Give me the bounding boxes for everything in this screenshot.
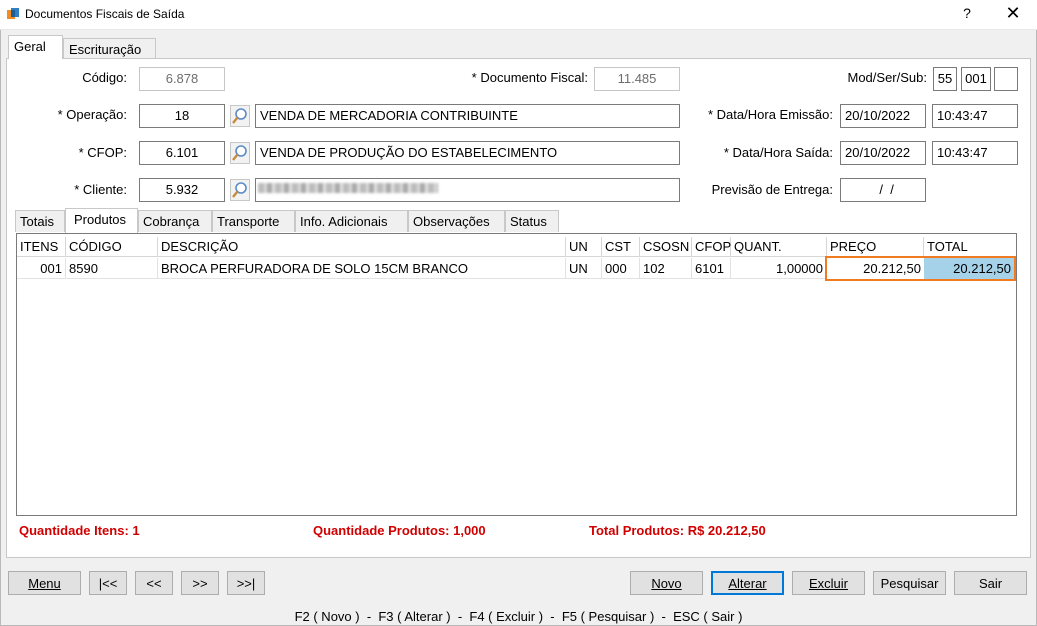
col-header-cst[interactable]: CST	[602, 237, 640, 257]
cfop-code-field[interactable]: 6.101	[139, 141, 225, 165]
excluir-button-label: Excluir	[808, 576, 848, 591]
tab-escrituracao[interactable]: Escrituração	[63, 38, 156, 58]
tab-geral-label: Geral	[14, 39, 46, 54]
app-icon	[7, 8, 19, 19]
novo-button[interactable]: Novo	[630, 571, 703, 595]
shortcut-hints: F2 ( Novo ) - F3 ( Alterar ) - F4 ( Excl…	[294, 609, 743, 624]
ser-field[interactable]: 001	[961, 67, 991, 91]
sub-field[interactable]	[994, 67, 1018, 91]
search-icon	[232, 145, 247, 161]
table-cell-quant[interactable]: 1,00000	[731, 258, 827, 279]
hora-emissao-field[interactable]: 10:43:47	[932, 104, 1018, 128]
cfop-search-button[interactable]	[230, 142, 250, 164]
table-cell-cfop[interactable]: 6101	[692, 258, 731, 279]
data-saida-field[interactable]: 20/10/2022	[840, 141, 926, 165]
data-hora-emissao-label: * Data/Hora Emissão:	[708, 107, 833, 122]
mod-field[interactable]: 55	[933, 67, 957, 91]
summary-qtd-produtos: Quantidade Produtos: 1,000	[313, 523, 486, 538]
table-cell-preco[interactable]: 20.212,50	[825, 256, 924, 281]
cliente-search-button[interactable]	[230, 179, 250, 201]
table-cell-total[interactable]: 20.212,50	[924, 256, 1016, 281]
subtab-observacoes-label: Observações	[413, 214, 490, 229]
subtab-totais[interactable]: Totais	[15, 210, 65, 232]
subtab-totais-label: Totais	[20, 214, 54, 229]
summary-total-produtos: Total Produtos: R$ 20.212,50	[589, 523, 766, 538]
col-header-preco[interactable]: PREÇO	[827, 237, 924, 257]
tab-escrituracao-label: Escrituração	[69, 42, 142, 57]
subtab-transporte-label: Transporte	[217, 214, 280, 229]
sair-button[interactable]: Sair	[954, 571, 1027, 595]
subtab-cobranca-label: Cobrança	[143, 214, 200, 229]
cfop-label: * CFOP:	[78, 145, 127, 160]
operacao-description-field: VENDA DE MERCADORIA CONTRIBUINTE	[255, 104, 680, 128]
pesquisar-button[interactable]: Pesquisar	[873, 571, 946, 595]
subtab-produtos-label: Produtos	[74, 212, 127, 227]
col-header-itens[interactable]: ITENS	[17, 237, 66, 257]
search-icon	[232, 182, 247, 198]
subtab-status[interactable]: Status	[505, 210, 559, 232]
codigo-field: 6.878	[139, 67, 225, 91]
close-icon[interactable]: ✕	[998, 3, 1028, 25]
table-cell-itens[interactable]: 001	[17, 258, 66, 279]
col-header-un[interactable]: UN	[566, 237, 602, 257]
previsao-entrega-field[interactable]: / /	[840, 178, 926, 202]
menu-button-label: Menu	[28, 576, 61, 591]
last-record-button[interactable]: >>|	[227, 571, 265, 595]
window-title: Documentos Fiscais de Saída	[25, 7, 185, 21]
data-emissao-field[interactable]: 20/10/2022	[840, 104, 926, 128]
title-bar: Documentos Fiscais de Saída ? ✕	[0, 0, 1037, 30]
col-header-total[interactable]: TOTAL	[924, 237, 1016, 257]
help-button[interactable]: ?	[955, 5, 979, 25]
search-icon	[232, 108, 247, 124]
table-cell-cst[interactable]: 000	[602, 258, 640, 279]
summary-qtd-itens: Quantidade Itens: 1	[19, 523, 140, 538]
table-cell-un[interactable]: UN	[566, 258, 602, 279]
documento-fiscal-label: * Documento Fiscal:	[471, 70, 588, 85]
cliente-label: * Cliente:	[74, 182, 127, 197]
mod-ser-sub-label: Mod/Ser/Sub:	[847, 70, 928, 85]
subtab-cobranca[interactable]: Cobrança	[138, 210, 212, 232]
col-header-codigo[interactable]: CÓDIGO	[66, 237, 158, 257]
data-hora-saida-label: * Data/Hora Saída:	[723, 145, 833, 160]
operacao-search-button[interactable]	[230, 105, 250, 127]
col-header-cfop[interactable]: CFOP	[692, 237, 731, 257]
subtab-observacoes[interactable]: Observações	[408, 210, 505, 232]
menu-button[interactable]: Menu	[8, 571, 81, 595]
col-header-descricao[interactable]: DESCRIÇÃO	[158, 237, 566, 257]
next-record-button[interactable]: >>	[181, 571, 219, 595]
operacao-label: * Operação:	[57, 107, 127, 122]
operacao-code-field[interactable]: 18	[139, 104, 225, 128]
documento-fiscal-field: 11.485	[594, 67, 680, 91]
table-cell-descricao[interactable]: BROCA PERFURADORA DE SOLO 15CM BRANCO	[158, 258, 566, 279]
cliente-code-field[interactable]: 5.932	[139, 178, 225, 202]
table-cell-codigo[interactable]: 8590	[66, 258, 158, 279]
tab-geral[interactable]: Geral	[8, 35, 63, 59]
products-grid[interactable]: ITENS CÓDIGO DESCRIÇÃO UN CST CSOSN CFOP…	[16, 233, 1017, 516]
previous-record-button[interactable]: <<	[135, 571, 173, 595]
previsao-entrega-label: Previsão de Entrega:	[711, 182, 833, 197]
excluir-button[interactable]: Excluir	[792, 571, 865, 595]
alterar-button-label: Alterar	[728, 576, 767, 591]
col-header-csosn[interactable]: CSOSN	[640, 237, 692, 257]
cfop-description-field: VENDA DE PRODUÇÃO DO ESTABELECIMENTO	[255, 141, 680, 165]
table-cell-csosn[interactable]: 102	[640, 258, 692, 279]
codigo-label: Código:	[82, 70, 127, 85]
subtab-transporte[interactable]: Transporte	[212, 210, 295, 232]
hora-saida-field[interactable]: 10:43:47	[932, 141, 1018, 165]
redacted-client-name	[258, 183, 438, 193]
subtab-status-label: Status	[510, 214, 547, 229]
subtab-info-adicionais[interactable]: Info. Adicionais	[295, 210, 408, 232]
first-record-button[interactable]: |<<	[89, 571, 127, 595]
alterar-button[interactable]: Alterar	[711, 571, 784, 595]
novo-button-label: Novo	[651, 576, 682, 591]
col-header-quant[interactable]: QUANT.	[731, 237, 827, 257]
subtab-info-adicionais-label: Info. Adicionais	[300, 214, 388, 229]
subtab-produtos[interactable]: Produtos	[65, 208, 138, 233]
